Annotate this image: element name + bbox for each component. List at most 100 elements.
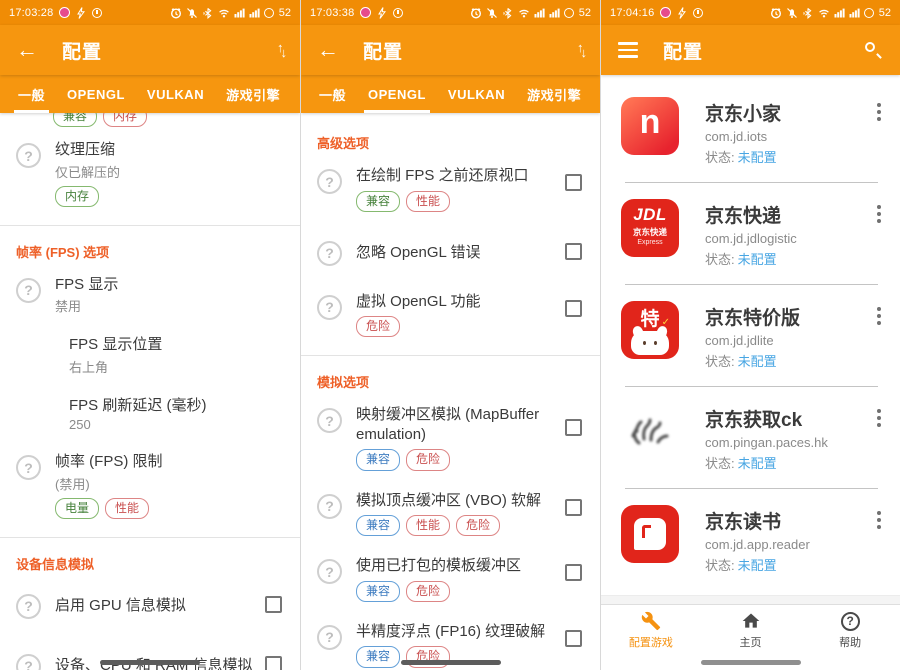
checkbox[interactable] xyxy=(565,630,582,647)
overflow-menu-icon[interactable] xyxy=(868,505,890,529)
help-icon: ? xyxy=(317,241,342,266)
setting-row-fps-delay[interactable]: FPS 刷新延迟 (毫秒) 250 xyxy=(0,386,300,443)
tag-chip: 兼容 xyxy=(356,449,400,470)
battery-icon xyxy=(264,8,274,18)
setting-row-packed-stencil[interactable]: ? 使用已打包的模板缓冲区 兼容 危险 xyxy=(301,546,600,612)
search-button[interactable] xyxy=(860,37,886,63)
menu-button[interactable] xyxy=(615,37,641,63)
setting-row-fps-position[interactable]: FPS 显示位置 右上角 xyxy=(0,325,300,386)
back-button[interactable]: ← xyxy=(14,37,40,63)
nav-label: 帮助 xyxy=(839,634,861,650)
setting-row-fps-limit[interactable]: ? 帧率 (FPS) 限制 (禁用) 电量 性能 xyxy=(0,442,300,529)
setting-value: (禁用) xyxy=(55,474,286,493)
app-row-jd-huoqu-ck[interactable]: 京东获取ck com.pingan.paces.hk 状态:未配置 xyxy=(601,387,900,488)
setting-title: 纹理压缩 xyxy=(55,140,286,160)
sort-button[interactable]: ↑↓ xyxy=(577,43,586,58)
tab-general[interactable]: 一般 xyxy=(18,75,45,113)
hamburger-icon xyxy=(618,42,638,58)
setting-row-restore-viewport[interactable]: ? 在绘制 FPS 之前还原视口 兼容 性能 xyxy=(301,156,600,222)
overflow-menu-icon[interactable] xyxy=(868,199,890,223)
battery-percent: 52 xyxy=(579,7,591,19)
setting-title: 虚拟 OpenGL 功能 xyxy=(356,292,555,312)
tab-vulkan[interactable]: VULKAN xyxy=(147,75,204,113)
jd-xiaojia-app-icon: n xyxy=(621,97,679,155)
checkbox[interactable] xyxy=(265,596,282,613)
tab-opengl[interactable]: OPENGL xyxy=(67,75,125,113)
help-icon: ? xyxy=(16,654,41,670)
setting-value: 右上角 xyxy=(69,357,286,376)
setting-row-texture-compression[interactable]: ? 纹理压缩 仅已解压的 内存 xyxy=(0,130,300,217)
help-icon: ? xyxy=(16,455,41,480)
section-header-simulation: 模拟选项 xyxy=(301,356,600,395)
signal2-icon xyxy=(549,7,560,18)
checkbox[interactable] xyxy=(565,243,582,260)
overflow-menu-icon[interactable] xyxy=(868,97,890,121)
setting-row-fps-display[interactable]: ? FPS 显示 禁用 xyxy=(0,265,300,326)
checkbox[interactable] xyxy=(565,564,582,581)
gesture-bar[interactable] xyxy=(100,660,200,665)
battery-percent: 52 xyxy=(279,7,291,19)
search-icon xyxy=(864,41,882,59)
app-row-jd-xiaojia[interactable]: n 京东小家 com.jd.iots 状态:未配置 xyxy=(601,81,900,182)
gesture-bar[interactable] xyxy=(701,660,801,665)
tag-chip: 性能 xyxy=(406,191,450,212)
settings-list: 高级选项 ? 在绘制 FPS 之前还原视口 兼容 性能 ? 忽略 OpenGL … xyxy=(301,113,600,670)
setting-title: 帧率 (FPS) 限制 xyxy=(55,452,286,472)
tab-bar: 一般 OPENGL VULKAN 游戏引擎 xyxy=(301,75,600,113)
lightning-icon xyxy=(376,7,388,19)
app-row-jd-tejiaban[interactable]: 特 ✓ 京东特价版 com.jd.jdlite 状态:未配置 xyxy=(601,285,900,386)
setting-title: FPS 显示 xyxy=(55,275,286,295)
checkbox[interactable] xyxy=(565,174,582,191)
setting-row-virtual-gl[interactable]: ? 虚拟 OpenGL 功能 危险 xyxy=(301,282,600,348)
app-name: 京东快递 xyxy=(705,201,868,228)
tab-game-engine[interactable]: 游戏引擎 xyxy=(226,75,280,113)
clock-app-icon xyxy=(693,8,703,18)
bell-off-icon xyxy=(786,7,798,19)
status-badge: 未配置 xyxy=(738,150,777,165)
app-name: 京东读书 xyxy=(705,507,868,534)
nav-item-configure-games[interactable]: 配置游戏 xyxy=(601,605,701,656)
sort-button[interactable]: ↑↓ xyxy=(277,43,286,58)
nav-item-home[interactable]: 主页 xyxy=(701,605,801,656)
setting-title: 映射缓冲区模拟 (MapBuffer emulation) xyxy=(356,405,549,444)
list-end-strip xyxy=(601,595,900,604)
setting-row-ignore-gl-errors[interactable]: ? 忽略 OpenGL 错误 xyxy=(301,222,600,282)
home-icon xyxy=(741,611,761,631)
setting-row-mapbuffer[interactable]: ? 映射缓冲区模拟 (MapBuffer emulation) 兼容 危险 xyxy=(301,395,600,480)
setting-row-gpu-sim[interactable]: ? 启用 GPU 信息模拟 xyxy=(0,577,300,635)
tag-chip: 性能 xyxy=(105,498,149,519)
checkbox[interactable] xyxy=(265,656,282,670)
page-title: 配置 xyxy=(663,37,703,64)
back-button[interactable]: ← xyxy=(315,37,341,63)
battery-icon xyxy=(564,8,574,18)
bell-off-icon xyxy=(186,7,198,19)
checkbox[interactable] xyxy=(565,499,582,516)
clock-text: 17:03:28 xyxy=(9,7,53,19)
signal-icon xyxy=(234,7,245,18)
tab-opengl[interactable]: OPENGL xyxy=(368,75,426,113)
overflow-menu-icon[interactable] xyxy=(868,403,890,427)
app-row-jd-dushu[interactable]: 京东读书 com.jd.app.reader 状态:未配置 xyxy=(601,489,900,590)
overflow-menu-icon[interactable] xyxy=(868,301,890,325)
tab-game-engine[interactable]: 游戏引擎 xyxy=(527,75,581,113)
setting-title: 模拟顶点缓冲区 (VBO) 软解 xyxy=(356,491,555,511)
bluetooth-icon xyxy=(802,7,814,19)
setting-value: 250 xyxy=(69,417,286,432)
section-header-fps: 帧率 (FPS) 选项 xyxy=(0,226,300,265)
checkbox[interactable] xyxy=(565,300,582,317)
gesture-bar[interactable] xyxy=(401,660,501,665)
tab-general[interactable]: 一般 xyxy=(319,75,346,113)
setting-row-vbo[interactable]: ? 模拟顶点缓冲区 (VBO) 软解 兼容 性能 危险 xyxy=(301,481,600,547)
settings-list: 兼容 内存 ? 纹理压缩 仅已解压的 内存 帧率 (FPS) 选项 ? FPS … xyxy=(0,113,300,670)
tab-vulkan[interactable]: VULKAN xyxy=(448,75,505,113)
app-status: 状态:未配置 xyxy=(705,453,868,472)
status-bar: 17:03:38 52 xyxy=(301,0,600,25)
app-name: 京东小家 xyxy=(705,99,868,126)
app-row-jd-kuaidi[interactable]: JDL 京东快递 Express 京东快递 com.jd.jdlogistic … xyxy=(601,183,900,284)
nav-item-help[interactable]: ? 帮助 xyxy=(800,605,900,656)
tag-chip: 性能 xyxy=(406,515,450,536)
section-header-advanced: 高级选项 xyxy=(301,113,600,156)
wifi-icon xyxy=(518,7,530,19)
panel-app-list: 17:04:16 52 配置 n xyxy=(600,0,900,670)
checkbox[interactable] xyxy=(565,419,582,436)
